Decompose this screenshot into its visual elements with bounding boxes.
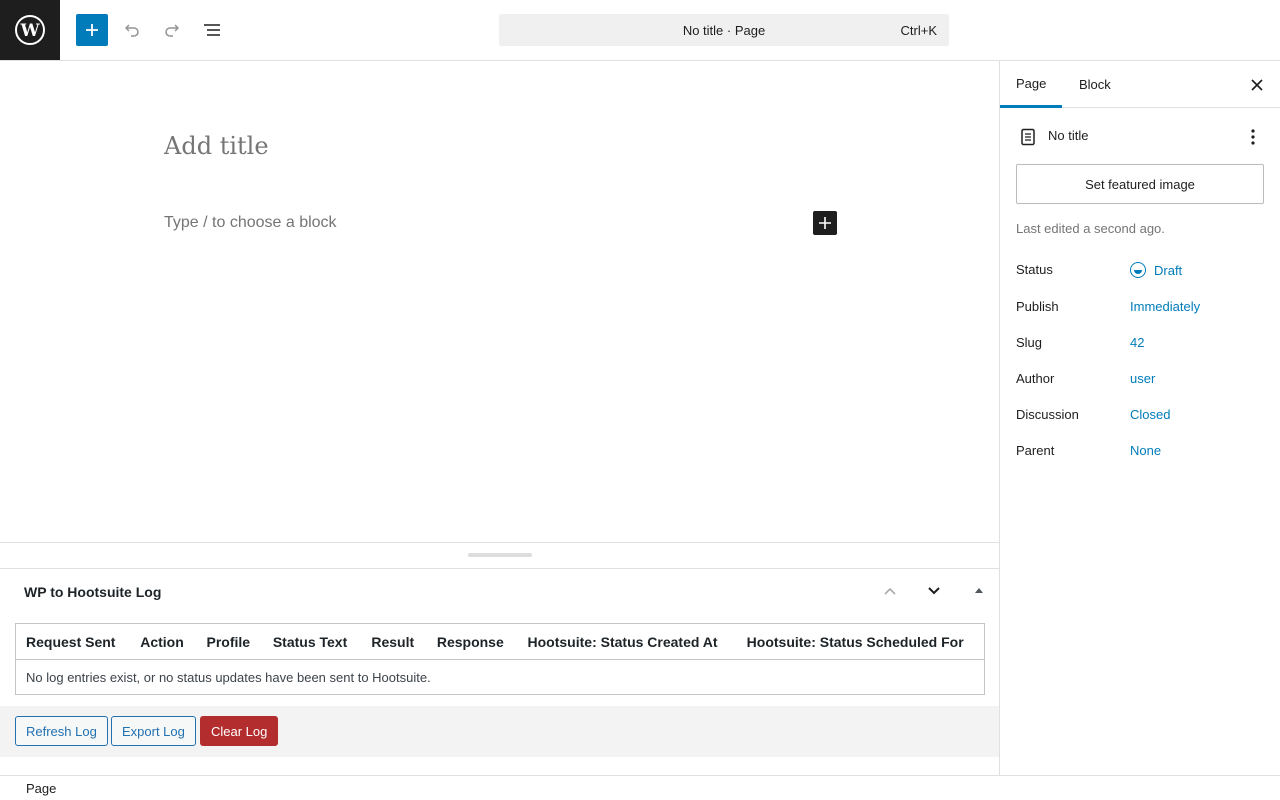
sidebar-tabs: Page Block: [1000, 61, 1280, 108]
discussion-toggle[interactable]: Closed: [1130, 407, 1170, 422]
document-summary: No title: [1016, 125, 1265, 149]
column-header: Result: [361, 623, 427, 660]
undo-icon: [124, 24, 139, 37]
status-toggle[interactable]: Draft: [1130, 258, 1182, 282]
svg-text:W: W: [19, 21, 40, 41]
column-header: Profile: [196, 623, 263, 660]
plus-icon: [86, 24, 98, 36]
metabox-content: Request Sent Action Profile Status Text …: [0, 613, 999, 757]
parent-toggle[interactable]: None: [1130, 443, 1161, 458]
list-view-button[interactable]: [196, 14, 228, 46]
set-featured-image-button[interactable]: Set featured image: [1016, 164, 1264, 204]
chevron-up-icon: [884, 587, 896, 595]
post-title-input[interactable]: Add title: [164, 132, 269, 160]
meta-row-discussion: Discussion Closed: [1016, 403, 1265, 427]
meta-label: Parent: [1016, 443, 1055, 458]
metabox-resize-handle[interactable]: [468, 553, 532, 557]
undo-button[interactable]: [116, 14, 148, 46]
triangle-up-icon: [975, 588, 983, 593]
log-actions-bar: Refresh Log Export Log Clear Log: [0, 706, 999, 757]
meta-row-publish: Publish Immediately: [1016, 295, 1265, 319]
tab-block[interactable]: Block: [1063, 61, 1127, 108]
command-bar-title: No title · Page: [682, 22, 766, 38]
meta-row-status: Status Draft: [1016, 258, 1265, 282]
table-row: No log entries exist, or no status updat…: [16, 660, 985, 695]
meta-row-parent: Parent None: [1016, 439, 1265, 463]
draft-status-icon: [1130, 262, 1146, 278]
editor-canvas: Add title Type / to choose a block: [0, 61, 999, 542]
block-inserter-button[interactable]: [76, 14, 108, 46]
clear-log-button[interactable]: Clear Log: [200, 716, 279, 746]
wordpress-logo-icon[interactable]: W: [0, 0, 60, 60]
slug-toggle[interactable]: 42: [1130, 335, 1144, 350]
chevron-down-icon: [928, 587, 940, 595]
plus-icon: [819, 217, 831, 229]
breadcrumb[interactable]: Page: [26, 781, 56, 796]
log-table: Request Sent Action Profile Status Text …: [15, 623, 985, 695]
meta-value: Draft: [1154, 262, 1183, 278]
close-icon: [1251, 79, 1263, 91]
move-up-button[interactable]: [877, 578, 903, 604]
settings-sidebar: Page Block No title Set featured image L…: [999, 61, 1280, 775]
meta-row-author: Author user: [1016, 367, 1265, 391]
document-title: No title: [1048, 128, 1089, 143]
meta-label: Status: [1016, 262, 1053, 277]
block-breadcrumb-footer: Page: [0, 775, 1280, 800]
command-palette-bar[interactable]: No title · Page Ctrl+K: [499, 14, 949, 46]
refresh-log-button[interactable]: Refresh Log: [15, 716, 108, 746]
metabox-header: WP to Hootsuite Log: [0, 568, 999, 613]
column-header: Response: [426, 623, 518, 660]
toggle-panel-button[interactable]: [966, 578, 992, 604]
page-icon: [1016, 125, 1040, 149]
metabox-area: WP to Hootsuite Log Request Sent Action …: [0, 542, 999, 775]
list-view-icon: [204, 24, 220, 36]
command-shortcut: Ctrl+K: [900, 23, 937, 38]
column-header: Hootsuite: Status Created At: [517, 623, 737, 660]
meta-label: Publish: [1016, 299, 1059, 314]
column-header: Hootsuite: Status Scheduled For: [736, 623, 985, 660]
meta-label: Discussion: [1016, 407, 1079, 422]
redo-button[interactable]: [156, 14, 188, 46]
publish-date-toggle[interactable]: Immediately: [1130, 299, 1200, 314]
table-header-row: Request Sent Action Profile Status Text …: [15, 623, 985, 660]
meta-row-slug: Slug 42: [1016, 331, 1265, 355]
empty-log-message: No log entries exist, or no status updat…: [26, 669, 431, 685]
column-header: Action: [130, 623, 197, 660]
export-log-button[interactable]: Export Log: [111, 716, 196, 746]
close-sidebar-button[interactable]: [1245, 73, 1269, 97]
author-toggle[interactable]: user: [1130, 371, 1155, 386]
tab-page[interactable]: Page: [1000, 61, 1063, 108]
last-edited-text: Last edited a second ago.: [1016, 221, 1165, 236]
more-vertical-icon: [1251, 129, 1255, 145]
inline-inserter-button[interactable]: [813, 211, 837, 235]
redo-icon: [165, 24, 180, 37]
editor-header: W No title · Page Ctrl+K: [0, 0, 1280, 61]
metabox-title: WP to Hootsuite Log: [24, 584, 162, 600]
meta-label: Slug: [1016, 335, 1043, 350]
move-down-button[interactable]: [921, 578, 947, 604]
meta-label: Author: [1016, 371, 1055, 386]
column-header: Request Sent: [15, 623, 131, 660]
column-header: Status Text: [262, 623, 362, 660]
default-block-appender[interactable]: Type / to choose a block: [164, 214, 337, 232]
document-actions-button[interactable]: [1241, 125, 1265, 149]
